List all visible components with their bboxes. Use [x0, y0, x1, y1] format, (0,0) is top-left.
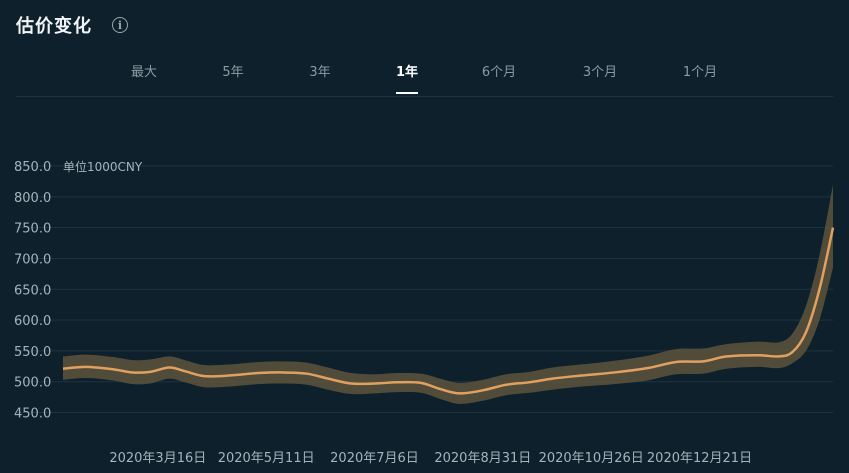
y-tick-label: 500.0: [14, 376, 51, 391]
valuation-chart: 850.0 800.0 750.0 700.0 650.0 600.0 550.0 500.0…: [14, 159, 835, 466]
y-tick-label: 750.0: [14, 222, 51, 237]
x-tick-label: 2020年10月26日: [539, 451, 644, 466]
y-tick-label: 700.0: [14, 252, 51, 267]
y-axis: 850.0 800.0 750.0 700.0 650.0 600.0 550.0 500.0…: [14, 160, 51, 422]
x-tick-label: 2020年5月11日: [218, 451, 315, 466]
y-tick-label: 650.0: [14, 283, 51, 298]
x-tick-label: 2020年3月16日: [109, 451, 206, 466]
x-tick-label: 2020年12月21日: [647, 451, 752, 466]
y-tick-label: 850.0: [14, 160, 51, 175]
x-axis: 2020年3月16日 2020年5月11日 2020年7月6日 2020年8月31日 2…: [109, 451, 752, 466]
y-tick-label: 450.0: [14, 407, 51, 422]
unit-label: 单位1000CNY: [63, 159, 143, 174]
confidence-band: [63, 184, 833, 404]
y-tick-label: 600.0: [14, 314, 51, 329]
x-tick-label: 2020年8月31日: [434, 451, 531, 466]
y-tick-label: 800.0: [14, 191, 51, 206]
x-tick-label: 2020年7月6日: [330, 451, 419, 466]
y-tick-label: 550.0: [14, 345, 51, 360]
